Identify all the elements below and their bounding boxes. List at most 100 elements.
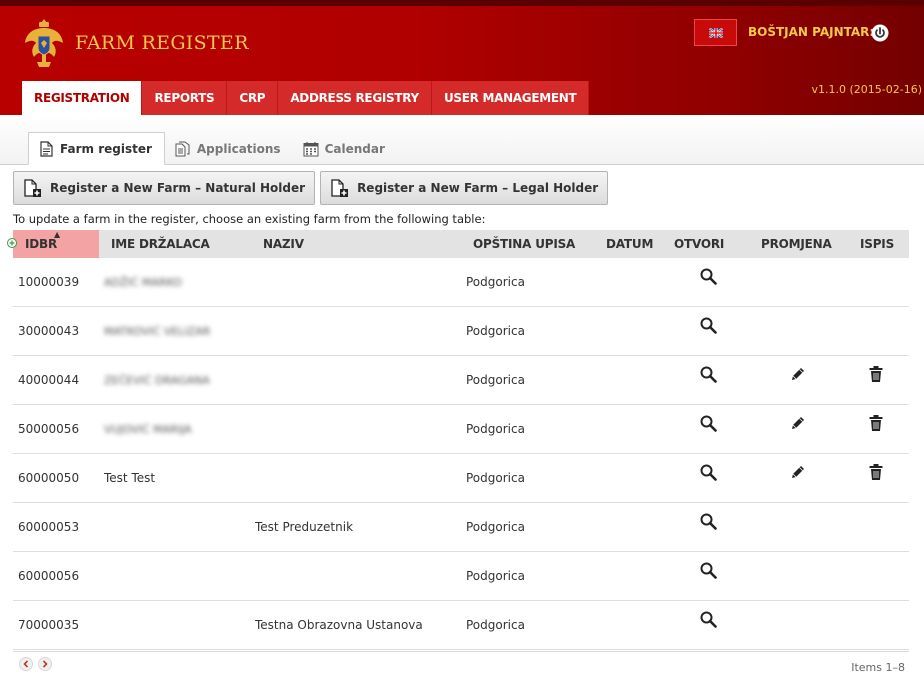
tab-farm-register-label: Farm register (60, 141, 152, 156)
cell-idbr: 70000035 (18, 618, 80, 632)
cell-open (664, 405, 753, 453)
magnifier-open-icon[interactable] (700, 562, 717, 579)
previous-page-button[interactable] (19, 657, 33, 671)
cell-holder: MATKOVIĆ VELIZAR (104, 324, 211, 338)
sub-tab-bar: Farm register Applications Calendar (0, 115, 924, 165)
cell-municipality: Podgorica (466, 373, 525, 387)
cell-edit (753, 601, 842, 649)
cell-edit (753, 405, 842, 453)
cell-name (251, 552, 466, 600)
cell-holder: ADŽIĆ MARKO (104, 275, 182, 289)
cell-name (251, 454, 466, 502)
table-pager: Items 1–8 (13, 651, 909, 681)
cell-holder: Test Test (104, 471, 156, 485)
cell-date (589, 552, 664, 600)
cell-municipality: Podgorica (466, 618, 525, 632)
cell-holder (99, 552, 251, 600)
action-bar: Register a New Farm – Natural Holder Reg… (13, 171, 609, 205)
cell-idbr: 60000050 (18, 471, 80, 485)
cell-date (589, 356, 664, 404)
expand-plus-icon[interactable] (7, 238, 17, 248)
nav-tab-address-registry[interactable]: ADDRESS REGISTRY (278, 81, 432, 115)
trash-delete-icon[interactable] (869, 366, 883, 382)
documents-icon (175, 141, 190, 156)
register-natural-holder-button[interactable]: Register a New Farm – Natural Holder (13, 171, 316, 205)
cell-open (664, 454, 753, 502)
column-header-date[interactable]: DATUM (589, 230, 664, 258)
add-document-icon (331, 179, 349, 197)
cell-municipality: Podgorica (466, 275, 525, 289)
language-button[interactable] (694, 19, 737, 46)
magnifier-open-icon[interactable] (700, 513, 717, 530)
table-row[interactable]: 50000056 VUJOVIĆ MARIJA Podgorica (13, 405, 909, 454)
column-header-name[interactable]: NAZIV (251, 230, 466, 258)
pencil-edit-icon[interactable] (790, 415, 806, 431)
cell-edit (753, 307, 842, 355)
pencil-edit-icon[interactable] (790, 366, 806, 382)
cell-idbr: 60000053 (18, 520, 80, 534)
cell-print (842, 356, 909, 404)
magnifier-open-icon[interactable] (700, 464, 717, 481)
magnifier-open-icon[interactable] (700, 415, 717, 432)
cell-idbr: 40000044 (18, 373, 80, 387)
table-row[interactable]: 60000050 Test Test Podgorica (13, 454, 909, 503)
tab-calendar[interactable]: Calendar (293, 132, 397, 165)
cell-print (842, 552, 909, 600)
cell-edit (753, 258, 842, 306)
cell-print (842, 454, 909, 502)
app-title: FARM REGISTER (75, 32, 249, 54)
cell-edit (753, 552, 842, 600)
table-row[interactable]: 40000044 ZEČEVIĆ DRAGANA Podgorica (13, 356, 909, 405)
cell-idbr: 50000056 (18, 422, 80, 436)
register-legal-holder-label: Register a New Farm – Legal Holder (357, 181, 599, 195)
cell-municipality: Podgorica (466, 520, 525, 534)
cell-holder (99, 503, 251, 551)
magnifier-open-icon[interactable] (700, 268, 717, 285)
pencil-edit-icon[interactable] (790, 464, 806, 480)
table-row[interactable]: 30000043 MATKOVIĆ VELIZAR Podgorica (13, 307, 909, 356)
uk-flag-icon (708, 27, 723, 38)
nav-tab-registration[interactable]: REGISTRATION (22, 81, 143, 115)
cell-date (589, 503, 664, 551)
tab-calendar-label: Calendar (324, 141, 385, 156)
tab-farm-register[interactable]: Farm register (28, 132, 165, 165)
magnifier-open-icon[interactable] (700, 366, 717, 383)
table-row[interactable]: 10000039 ADŽIĆ MARKO Podgorica (13, 258, 909, 307)
user-name: BOŠTJAN PAJNTAR: (748, 25, 875, 39)
magnifier-open-icon[interactable] (700, 611, 717, 628)
tab-applications[interactable]: Applications (165, 132, 293, 165)
nav-tab-reports[interactable]: REPORTS (142, 81, 228, 115)
column-header-holder[interactable]: IME DRŽALACA (99, 230, 251, 258)
cell-name (251, 307, 466, 355)
column-header-municipality[interactable]: OPŠTINA UPISA (466, 230, 589, 258)
nav-tab-crp[interactable]: CRP (227, 81, 279, 115)
trash-delete-icon[interactable] (869, 464, 883, 480)
nav-tab-user-management[interactable]: USER MANAGEMENT (431, 81, 590, 115)
next-page-button[interactable] (38, 657, 52, 671)
table-row[interactable]: 70000035 Testna Obrazovna Ustanova Podgo… (13, 601, 909, 650)
cell-municipality: Podgorica (466, 324, 525, 338)
cell-idbr: 30000043 (18, 324, 80, 338)
logout-power-icon[interactable] (871, 24, 889, 42)
cell-print (842, 258, 909, 306)
cell-idbr: 10000039 (18, 275, 80, 289)
cell-idbr: 60000056 (18, 569, 80, 583)
cell-edit (753, 503, 842, 551)
cell-date (589, 405, 664, 453)
document-icon (40, 140, 53, 157)
cell-print (842, 503, 909, 551)
add-document-icon (24, 179, 41, 197)
farm-table: IDBR ▲ IME DRŽALACA NAZIV OPŠTINA UPISA … (7, 230, 909, 650)
table-row[interactable]: 60000053 Test Preduzetnik Podgorica (13, 503, 909, 552)
trash-delete-icon[interactable] (869, 415, 883, 431)
cell-open (664, 307, 753, 355)
cell-date (589, 258, 664, 306)
version-label: v1.1.0 (2015-02-16) (811, 83, 922, 96)
register-legal-holder-button[interactable]: Register a New Farm – Legal Holder (320, 171, 609, 205)
cell-open (664, 601, 753, 649)
cell-edit (753, 454, 842, 502)
table-row[interactable]: 60000056 Podgorica (13, 552, 909, 601)
magnifier-open-icon[interactable] (700, 317, 717, 334)
cell-name: Test Preduzetnik (255, 520, 354, 534)
tab-applications-label: Applications (196, 141, 281, 156)
